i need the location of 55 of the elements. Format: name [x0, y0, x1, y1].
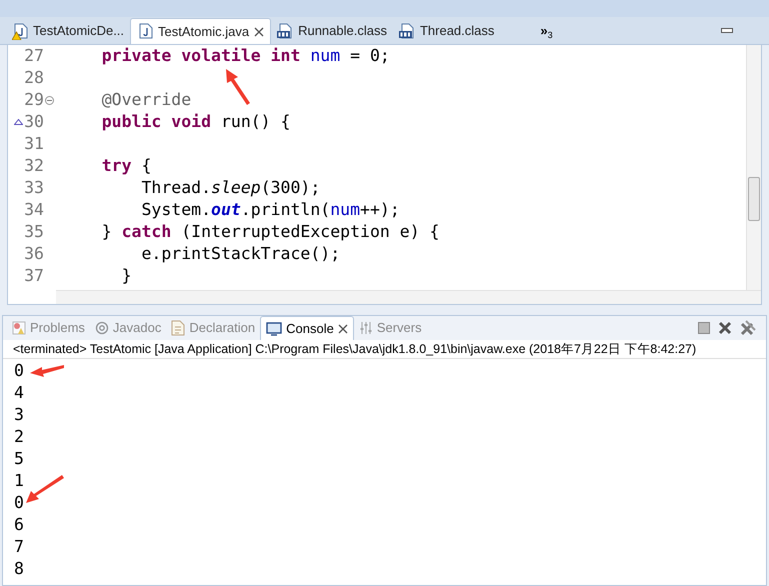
code-line: e.printStackTrace();: [140, 244, 340, 263]
triangle-icon: [14, 119, 24, 125]
code-line: } catch (InterruptedException e) {: [100, 222, 440, 241]
code-line: Thread.sleep(300);: [140, 178, 320, 197]
class-file-icon: [398, 23, 415, 39]
line-number: 34: [24, 199, 44, 221]
line-number: 27: [24, 45, 44, 67]
close-icon[interactable]: [254, 26, 264, 36]
remove-all-icon[interactable]: [740, 320, 756, 336]
collapse-icon[interactable]: [45, 96, 54, 104]
monitor-icon: [266, 322, 282, 336]
console-output-line: 2: [14, 426, 24, 448]
line-number: 33: [24, 177, 44, 199]
panel-tab[interactable]: Console: [260, 316, 354, 340]
code-line: }: [120, 266, 132, 285]
console-output-line: 4: [14, 382, 24, 404]
line-number: 37: [24, 265, 44, 287]
console-output-line: 0: [14, 492, 24, 514]
line-number: 29: [24, 89, 44, 111]
console-output-line: 3: [14, 404, 24, 426]
code-line: public void run() {: [100, 112, 290, 131]
minimize-icon[interactable]: [721, 28, 733, 34]
declaration-icon: [171, 320, 186, 336]
console-header: <terminated> TestAtomic [Java Application] C:\Program Files\Java\jdk1.8.0_91\bin\javaw.exe (2018年7月22日 下午8:42:27): [3, 340, 766, 359]
remove-icon[interactable]: [718, 321, 732, 335]
horizontal-scrollbar[interactable]: [56, 290, 761, 304]
line-number: 32: [24, 155, 44, 177]
code-line: System.out.println(num++);: [140, 200, 400, 219]
java-file-icon: [137, 23, 154, 40]
line-number: 36: [24, 243, 44, 265]
line-number: 35: [24, 221, 44, 243]
code-line: @Override: [100, 90, 192, 109]
code-line: try {: [100, 156, 152, 175]
line-number: 31: [24, 133, 44, 155]
sliders-icon: [358, 321, 373, 335]
console-output-line: 0: [14, 360, 24, 382]
code-line: private volatile int num = 0;: [100, 46, 390, 65]
editor-tab[interactable]: Thread.class: [392, 18, 500, 44]
problems-icon: [12, 321, 26, 335]
line-number: 28: [24, 67, 44, 89]
console-output-line: 1: [14, 470, 24, 492]
editor-tab[interactable]: TestAtomic.java: [130, 18, 272, 44]
console-output-line: 8: [14, 558, 24, 580]
console-output-line: 6: [14, 514, 24, 536]
editor-tab[interactable]: Runnable.class: [271, 18, 393, 44]
arrow-icon: [224, 69, 252, 105]
vertical-scrollbar[interactable]: [746, 45, 761, 290]
console-output-line: 5: [14, 448, 24, 470]
close-icon[interactable]: [338, 324, 348, 334]
editor-tab[interactable]: TestAtomicDe...: [6, 18, 130, 44]
line-number: 30: [24, 111, 44, 133]
java-file-warning-icon: [12, 22, 28, 40]
scroll-thumb[interactable]: [748, 177, 760, 221]
console-output-line: 7: [14, 536, 24, 558]
class-file-icon: [277, 23, 294, 39]
